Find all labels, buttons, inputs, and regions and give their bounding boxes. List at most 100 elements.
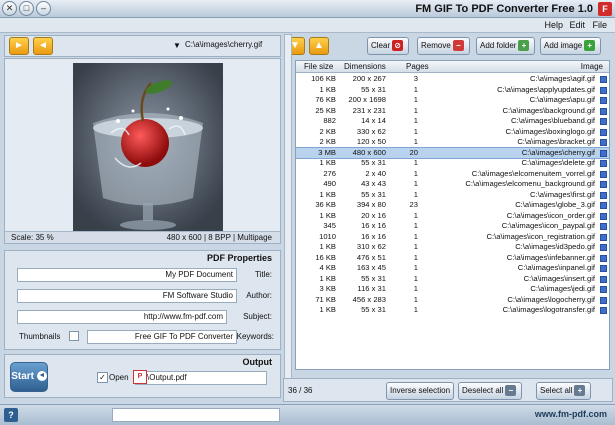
file-size: 1 KB (319, 158, 336, 167)
row-checkbox[interactable] (600, 275, 607, 283)
remove-button[interactable]: Remove − (417, 37, 470, 55)
table-row[interactable]: C:\a\images\infebanner.gif 1 476 x 51 16 KB (296, 252, 609, 264)
row-checkbox[interactable] (600, 212, 607, 220)
row-checkbox[interactable] (600, 181, 607, 188)
row-checkbox[interactable] (600, 286, 607, 293)
file-size: 36 KB (315, 200, 336, 209)
page-count: 1 (413, 273, 418, 283)
table-row[interactable]: C:\a\images\insert.gif 1 55 x 31 1 KB (296, 273, 609, 285)
close-window-button[interactable]: ✕ (2, 1, 17, 16)
file-size: 1 KB (319, 84, 336, 94)
title-field[interactable]: My PDF Document (17, 268, 237, 282)
minimize-window-button[interactable]: – (36, 1, 51, 16)
row-checkbox[interactable] (600, 233, 607, 241)
row-checkbox[interactable] (600, 139, 607, 146)
table-row[interactable]: C:\a\images\icon_order.gif 1 20 x 16 1 KB (296, 211, 609, 222)
row-checkbox[interactable] (600, 128, 607, 136)
previous-page-button[interactable]: ◄ (33, 37, 53, 55)
clear-button[interactable]: Clear ⊘ (367, 37, 410, 55)
add-image-button[interactable]: Add image + (540, 37, 602, 55)
image-list-table[interactable]: Image Pages Dimensions File size C:\a\im… (295, 60, 610, 370)
row-checkbox[interactable] (600, 86, 607, 94)
author-field[interactable]: FM Software Studio (17, 289, 237, 303)
table-row[interactable]: C:\a\images\delete.gif 1 55 x 31 1 KB (296, 158, 609, 169)
table-row[interactable]: C:\a\images\jedi.gif 1 116 x 31 3 KB (296, 284, 609, 295)
column-pages[interactable]: Pages (406, 62, 429, 71)
image-path: C:\a\images\insert.gif (523, 273, 595, 283)
image-path: C:\a\images\infebanner.gif (506, 252, 595, 262)
table-row[interactable]: C:\a\images\id3pedo.gif 1 310 x 62 1 KB (296, 242, 609, 253)
row-checkbox[interactable] (600, 223, 607, 230)
file-size: 276 (323, 168, 336, 178)
row-checkbox[interactable] (600, 307, 607, 314)
row-checkbox[interactable] (600, 202, 607, 209)
keywords-field[interactable]: Free GIF To PDF Converter (87, 330, 237, 344)
row-checkbox[interactable] (600, 265, 607, 272)
file-size: 2 KB (319, 137, 336, 146)
table-row[interactable]: C:\a\images\background.gif 1 231 x 231 25 K… (296, 106, 609, 117)
arrow-up-icon: ▲ (314, 40, 324, 51)
open-checkbox[interactable]: ✓ (97, 372, 108, 383)
row-checkbox[interactable] (600, 97, 607, 104)
row-checkbox[interactable] (600, 244, 607, 251)
subject-field[interactable]: http://www.fm-pdf.com (17, 310, 227, 324)
table-row[interactable]: C:\a\images\blueband.gif 1 14 x 14 882 (296, 116, 609, 127)
clear-icon: ⊘ (392, 40, 404, 52)
table-row[interactable]: C:\a\images\inpanel.gif 1 163 x 45 4 KB (296, 263, 609, 274)
image-path: C:\a\images\agif.gif (530, 74, 595, 83)
row-checkbox[interactable] (600, 76, 607, 83)
thumbnails-checkbox[interactable] (69, 331, 79, 341)
file-size: 1 KB (319, 189, 336, 199)
table-row[interactable]: C:\a\images\logotransfer.gif 1 55 x 31 1 KB (296, 305, 609, 316)
deselect-all-button[interactable]: Deselect all − (458, 382, 523, 400)
preview-toolbar: ► ◄ ▼ C:\a\images\cherry.gif (4, 35, 281, 57)
table-row[interactable]: C:\a\images\icon_registration.gif 1 16 x 1… (296, 232, 609, 243)
table-row[interactable]: C:\a\images\globe_3.gif 23 394 x 80 36 KB (296, 200, 609, 211)
move-up-button[interactable]: ▲ (309, 37, 329, 55)
row-checkbox[interactable] (600, 149, 607, 157)
column-dimensions[interactable]: Dimensions (344, 62, 386, 71)
column-image[interactable]: Image (581, 62, 603, 71)
table-row[interactable]: C:\a\images\cherry.gif 20 480 x 600 3 MB (296, 146, 609, 159)
thumbnails-label: Thumbnails (19, 332, 61, 341)
row-checkbox[interactable] (600, 191, 607, 199)
chevron-down-icon[interactable]: ▼ (173, 41, 181, 50)
splitter-scrollbar[interactable] (284, 34, 292, 396)
open-label: Open (109, 373, 129, 382)
add-folder-button[interactable]: Add folder + (476, 37, 536, 55)
pdf-file-icon[interactable]: P (133, 370, 147, 384)
maximize-window-button[interactable]: □ (19, 1, 34, 16)
page-count: 1 (413, 221, 418, 230)
row-checkbox[interactable] (600, 118, 607, 125)
select-all-button[interactable]: Select all + (536, 382, 592, 400)
output-path-field[interactable]: C:\Output.pdf (135, 371, 267, 385)
row-checkbox[interactable] (600, 107, 607, 115)
table-row[interactable]: C:\a\images\logocherry.gif 1 456 x 283 71 K… (296, 295, 609, 306)
table-row[interactable]: C:\a\images\applyupdates.gif 1 55 x 31 1 KB (296, 84, 609, 96)
table-row[interactable]: C:\a\images\icon_paypal.gif 1 16 x 16 345 (296, 221, 609, 232)
table-row[interactable]: C:\a\images\bracket.gif 1 120 x 50 2 KB (296, 137, 609, 148)
row-checkbox[interactable] (600, 254, 607, 262)
table-row[interactable]: C:\a\images\apu.gif 1 200 x 1698 76 KB (296, 95, 609, 106)
row-checkbox[interactable] (600, 170, 607, 178)
column-file-size[interactable]: File size (304, 62, 333, 71)
menu-help[interactable]: Help (544, 20, 563, 30)
table-row[interactable]: C:\a\images\agif.gif 3 200 x 267 106 KB (296, 74, 609, 85)
table-row[interactable]: C:\a\images\first.gif 1 55 x 31 1 KB (296, 189, 609, 201)
next-page-button[interactable]: ► (9, 37, 29, 55)
table-row[interactable]: C:\a\images\boxinglogo.gif 1 330 x 62 2 KB (296, 127, 609, 138)
menu-edit[interactable]: Edit (569, 20, 585, 30)
table-row[interactable]: C:\a\images\elcomenu_background.gif 1 43 x… (296, 179, 609, 190)
dimensions: 55 x 31 (361, 273, 386, 283)
arrow-left-icon: ◄ (38, 40, 48, 51)
row-checkbox[interactable] (600, 160, 607, 167)
menu-bar: File Edit Help (0, 18, 615, 33)
row-checkbox[interactable] (600, 296, 607, 304)
inverse-selection-button[interactable]: Inverse selection (386, 382, 455, 400)
table-row[interactable]: C:\a\images\elcomenuitem_vorrel.gif 1 2 x … (296, 168, 609, 180)
start-button[interactable]: Start ◄ (10, 362, 48, 392)
menu-file[interactable]: File (592, 20, 607, 30)
website-link[interactable]: www.fm-pdf.com (535, 409, 607, 419)
help-icon[interactable]: ? (4, 408, 18, 422)
cherry-splash-image (73, 63, 223, 233)
